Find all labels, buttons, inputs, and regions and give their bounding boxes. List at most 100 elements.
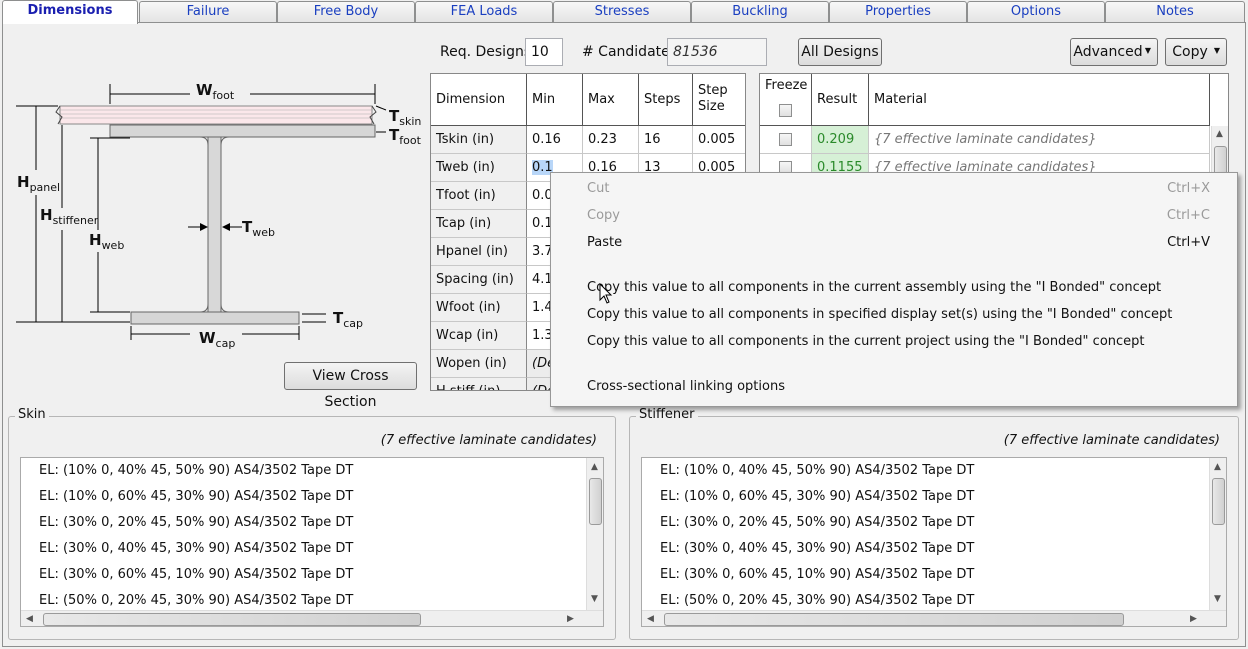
- candidates-label: # Candidates: [582, 44, 678, 60]
- list-item[interactable]: EL: (30% 0, 20% 45, 50% 90) AS4/3502 Tap…: [660, 513, 974, 533]
- tab-free-body[interactable]: Free Body: [277, 1, 415, 22]
- stiffener-summary: (7 effective laminate candidates): [1003, 433, 1220, 448]
- list-item[interactable]: EL: (10% 0, 60% 45, 30% 90) AS4/3502 Tap…: [39, 487, 353, 507]
- col-header-dimension[interactable]: Dimension: [431, 74, 527, 126]
- dimension-value-cell[interactable]: 16: [639, 126, 693, 154]
- cell-text: Tweb (in): [436, 160, 495, 175]
- menu-item-copy-assembly[interactable]: Copy this value to all components in the…: [587, 278, 1161, 298]
- tab-buckling[interactable]: Buckling: [691, 1, 829, 22]
- menu-item-paste[interactable]: Paste: [587, 233, 622, 253]
- cell-text: 0.23: [588, 132, 617, 147]
- dropdown-arrow-icon: ▼: [1144, 46, 1151, 55]
- list-item[interactable]: EL: (30% 0, 20% 45, 50% 90) AS4/3502 Tap…: [39, 513, 353, 533]
- tab-failure[interactable]: Failure: [139, 1, 277, 22]
- cell-text: Tcap (in): [436, 216, 492, 231]
- material-grid[interactable]: Freeze Result Material 0.209 {7 effectiv…: [759, 73, 1229, 173]
- scroll-left-icon[interactable]: ◀: [647, 613, 654, 625]
- skin-hscroll[interactable]: ◀ ▶: [21, 610, 603, 626]
- dimension-name-cell: Wfoot (in): [431, 294, 527, 322]
- candidates-count: 81536: [667, 38, 767, 66]
- freeze-cell[interactable]: [760, 154, 812, 172]
- scroll-right-icon[interactable]: ▶: [1190, 613, 1197, 625]
- skin-title: Skin: [15, 407, 49, 422]
- scroll-thumb[interactable]: [589, 478, 602, 525]
- col-header-max[interactable]: Max: [583, 74, 639, 126]
- dropdown-arrow-icon: ▼: [1213, 46, 1220, 55]
- tab-properties[interactable]: Properties: [829, 1, 967, 22]
- scroll-thumb[interactable]: [1214, 146, 1227, 172]
- tab-fea-loads[interactable]: FEA Loads: [415, 1, 553, 22]
- list-item[interactable]: EL: (50% 0, 20% 45, 30% 90) AS4/3502 Tap…: [660, 591, 974, 611]
- skin-list[interactable]: EL: (10% 0, 40% 45, 50% 90) AS4/3502 Tap…: [20, 457, 604, 627]
- scroll-down-icon[interactable]: ▼: [1214, 593, 1221, 605]
- tab-notes[interactable]: Notes: [1105, 1, 1245, 22]
- scroll-down-icon[interactable]: ▼: [591, 593, 598, 605]
- col-header-result[interactable]: Result: [812, 74, 869, 126]
- list-item[interactable]: EL: (30% 0, 60% 45, 10% 90) AS4/3502 Tap…: [660, 565, 974, 585]
- material-vscroll[interactable]: ▲: [1211, 126, 1228, 172]
- cell-text: Spacing (in): [436, 272, 514, 287]
- list-item[interactable]: EL: (30% 0, 40% 45, 30% 90) AS4/3502 Tap…: [660, 539, 974, 559]
- req-designs-input[interactable]: 10: [525, 38, 563, 66]
- material-cell[interactable]: {7 effective laminate candidates}: [869, 154, 1210, 172]
- col-header-step-size[interactable]: Step Size: [693, 74, 745, 126]
- scroll-up-icon[interactable]: ▲: [1216, 128, 1223, 140]
- dimension-name-cell: Wopen (in): [431, 350, 527, 378]
- freeze-all-checkbox[interactable]: [779, 104, 792, 117]
- list-item[interactable]: EL: (30% 0, 60% 45, 10% 90) AS4/3502 Tap…: [39, 565, 353, 585]
- scroll-thumb[interactable]: [664, 613, 1124, 626]
- dimension-value-cell[interactable]: 0.005: [693, 126, 745, 154]
- dimension-value-cell[interactable]: 0.16: [527, 126, 583, 154]
- stiffener-hscroll[interactable]: ◀ ▶: [642, 610, 1226, 626]
- t-skin-label: Tskin: [389, 107, 422, 128]
- col-header-steps[interactable]: Steps: [639, 74, 693, 126]
- menu-item-copy-project[interactable]: Copy this value to all components in the…: [587, 332, 1145, 352]
- menu-item-copy[interactable]: Copy: [587, 206, 620, 226]
- dimension-name-cell: Tcap (in): [431, 210, 527, 238]
- all-designs-button[interactable]: All Designs: [798, 38, 882, 66]
- col-header-freeze[interactable]: Freeze: [760, 74, 812, 126]
- list-item[interactable]: EL: (10% 0, 60% 45, 30% 90) AS4/3502 Tap…: [660, 487, 974, 507]
- view-cross-section-button[interactable]: View Cross Section: [284, 362, 417, 410]
- skin-summary: (7 effective laminate candidates): [380, 433, 597, 448]
- material-cell[interactable]: {7 effective laminate candidates}: [869, 126, 1210, 154]
- scroll-up-icon[interactable]: ▲: [1214, 461, 1221, 473]
- shortcut-cut: Ctrl+X: [1167, 181, 1210, 196]
- cell-text: 0.005: [698, 132, 736, 147]
- scroll-up-icon[interactable]: ▲: [591, 461, 598, 473]
- advanced-button[interactable]: Advanced ▼: [1070, 38, 1158, 66]
- h-stiffener-label: Hstiffener: [40, 206, 99, 227]
- list-item[interactable]: EL: (30% 0, 40% 45, 30% 90) AS4/3502 Tap…: [39, 539, 353, 559]
- dimension-name-cell: Tskin (in): [431, 126, 527, 154]
- menu-item-cut[interactable]: Cut: [587, 179, 609, 199]
- stiffener-vscroll[interactable]: ▲ ▼: [1209, 458, 1226, 611]
- col-header-material[interactable]: Material: [869, 74, 1210, 126]
- menu-item-copy-display-set[interactable]: Copy this value to all components in spe…: [587, 305, 1172, 325]
- h-web-label: Hweb: [89, 231, 125, 252]
- list-item[interactable]: EL: (10% 0, 40% 45, 50% 90) AS4/3502 Tap…: [39, 461, 353, 481]
- list-item[interactable]: EL: (10% 0, 40% 45, 50% 90) AS4/3502 Tap…: [660, 461, 974, 481]
- scroll-thumb[interactable]: [43, 613, 421, 626]
- result-cell: 0.209: [812, 126, 869, 154]
- dimension-name-cell: Tweb (in): [431, 154, 527, 182]
- cell-text: 0.16: [532, 132, 561, 147]
- freeze-header-label: Freeze: [765, 78, 808, 93]
- stiffener-list[interactable]: EL: (10% 0, 40% 45, 50% 90) AS4/3502 Tap…: [641, 457, 1227, 627]
- list-item[interactable]: EL: (50% 0, 20% 45, 30% 90) AS4/3502 Tap…: [39, 591, 353, 611]
- scroll-left-icon[interactable]: ◀: [26, 613, 33, 625]
- skin-vscroll[interactable]: ▲ ▼: [586, 458, 603, 611]
- menu-item-linking-options[interactable]: Cross-sectional linking options: [587, 377, 785, 397]
- dimension-name-cell: Spacing (in): [431, 266, 527, 294]
- tab-dimensions[interactable]: Dimensions: [2, 0, 138, 24]
- freeze-cell[interactable]: [760, 126, 812, 154]
- w-cap-label: Wcap: [199, 329, 236, 350]
- cell-text: H stiff (in): [436, 384, 500, 390]
- scroll-thumb[interactable]: [1212, 478, 1225, 525]
- copy-button[interactable]: Copy ▼: [1165, 38, 1227, 66]
- tab-options[interactable]: Options: [967, 1, 1105, 22]
- scroll-right-icon[interactable]: ▶: [567, 613, 574, 625]
- col-header-min[interactable]: Min: [527, 74, 583, 126]
- freeze-checkbox[interactable]: [779, 133, 792, 146]
- tab-stresses[interactable]: Stresses: [553, 1, 691, 22]
- dimension-value-cell[interactable]: 0.23: [583, 126, 639, 154]
